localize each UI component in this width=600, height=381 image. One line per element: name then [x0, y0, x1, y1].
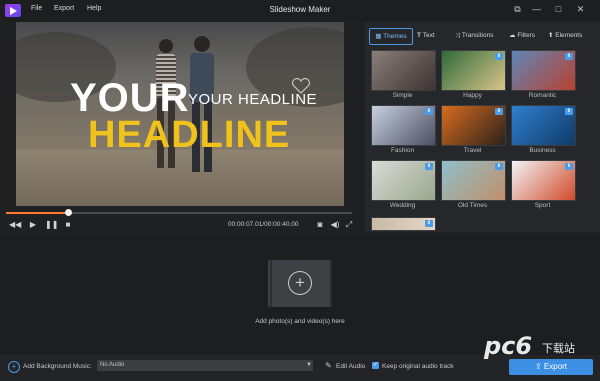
download-icon: ⬇ — [565, 108, 573, 115]
edit-audio-button[interactable]: Edit Audio — [336, 363, 365, 370]
timecode: 00:00:07.01/00:00:40.00 — [228, 221, 299, 228]
add-media-hint: Add photo(s) and video(s) here — [255, 318, 345, 325]
theme-label: Fashion — [390, 147, 415, 154]
theme-label: Romantic — [528, 92, 557, 99]
theme-thumbnail-partial[interactable]: ⬇ — [371, 217, 436, 231]
rewind-button[interactable]: ◀◀ — [9, 219, 21, 231]
pause-button[interactable]: ❚❚ — [45, 219, 58, 231]
svg-text:pc6: pc6 — [483, 332, 532, 360]
edit-audio-icon[interactable]: ✎ — [325, 361, 332, 370]
download-icon: ⬇ — [495, 163, 503, 170]
theme-thumbnail[interactable]: ⬇ — [511, 160, 576, 201]
add-media-plus-icon[interactable]: + — [288, 271, 312, 295]
progress-handle[interactable] — [65, 209, 72, 216]
download-icon: ⬇ — [565, 163, 573, 170]
headline-subtitle: YOUR HEADLINE — [188, 91, 318, 108]
themes-icon: ▦ — [375, 33, 384, 40]
volume-icon[interactable]: ◀) — [329, 219, 341, 231]
theme-thumbnail[interactable]: ⬇ — [441, 105, 506, 146]
add-music-icon[interactable]: + — [8, 361, 20, 373]
theme-thumbnail[interactable]: ⬇ — [511, 105, 576, 146]
theme-label: Wedding — [389, 202, 416, 209]
theme-thumbnail[interactable]: ⬇ — [441, 160, 506, 201]
progress-fill — [6, 212, 68, 214]
background-music-select[interactable]: No Audio — [97, 360, 313, 371]
snapshot-icon[interactable]: ⧉ — [511, 3, 524, 16]
chevron-down-icon[interactable]: ▼ — [306, 360, 312, 371]
theme-label: Travel — [463, 147, 482, 154]
theme-thumbnail[interactable]: ⬇ — [371, 105, 436, 146]
transitions-icon: ⤨ — [455, 32, 462, 39]
close-button[interactable]: ✕ — [574, 3, 587, 16]
export-icon: ⇪ — [534, 362, 544, 371]
theme-thumbnail[interactable]: ⬇ — [441, 50, 506, 91]
theme-thumbnail[interactable]: ⬇ — [371, 160, 436, 201]
theme-thumbnail[interactable] — [371, 50, 436, 91]
site-watermark-logo: pc6 下载站 — [483, 332, 575, 360]
theme-label: Happy — [463, 92, 482, 99]
svg-text:下载站: 下载站 — [542, 341, 575, 355]
camera-icon[interactable]: ◙ — [314, 219, 326, 231]
stop-button[interactable]: ■ — [62, 219, 74, 231]
background-music-label: Add Background Music: — [23, 363, 92, 370]
download-icon: ⬇ — [425, 108, 433, 115]
tab-filters[interactable]: ☁ Filters — [509, 28, 535, 43]
keep-audio-label: Keep original audio track — [382, 363, 454, 370]
headline-accent: HEADLINE — [88, 114, 291, 156]
export-button[interactable]: ⇪ Export — [509, 359, 593, 375]
maximize-button[interactable]: □ — [552, 3, 565, 16]
theme-label: Old Times — [457, 202, 488, 209]
theme-label: Business — [529, 147, 556, 154]
download-icon: ⬇ — [495, 108, 503, 115]
download-icon: ⬇ — [495, 53, 503, 60]
fullscreen-icon[interactable]: ⤢ — [343, 219, 355, 231]
tab-text[interactable]: T Text — [417, 28, 435, 43]
play-button[interactable]: ▶ — [27, 219, 39, 231]
download-icon: ⬇ — [565, 53, 573, 60]
download-icon: ⬇ — [425, 163, 433, 170]
minimize-button[interactable]: — — [530, 3, 543, 16]
tab-elements[interactable]: ⬆ Elements — [548, 28, 582, 43]
tab-transitions[interactable]: ⤨ Transitions — [455, 28, 493, 43]
download-icon: ⬇ — [425, 220, 433, 227]
keep-audio-checkbox[interactable]: ✓ — [372, 362, 379, 369]
theme-thumbnail[interactable]: ⬇ — [511, 50, 576, 91]
tab-themes[interactable]: ▦ Themes — [369, 28, 413, 45]
theme-label: Sport — [534, 202, 551, 209]
theme-label: Simple — [392, 92, 413, 99]
window-title: Slideshow Maker — [269, 5, 331, 14]
